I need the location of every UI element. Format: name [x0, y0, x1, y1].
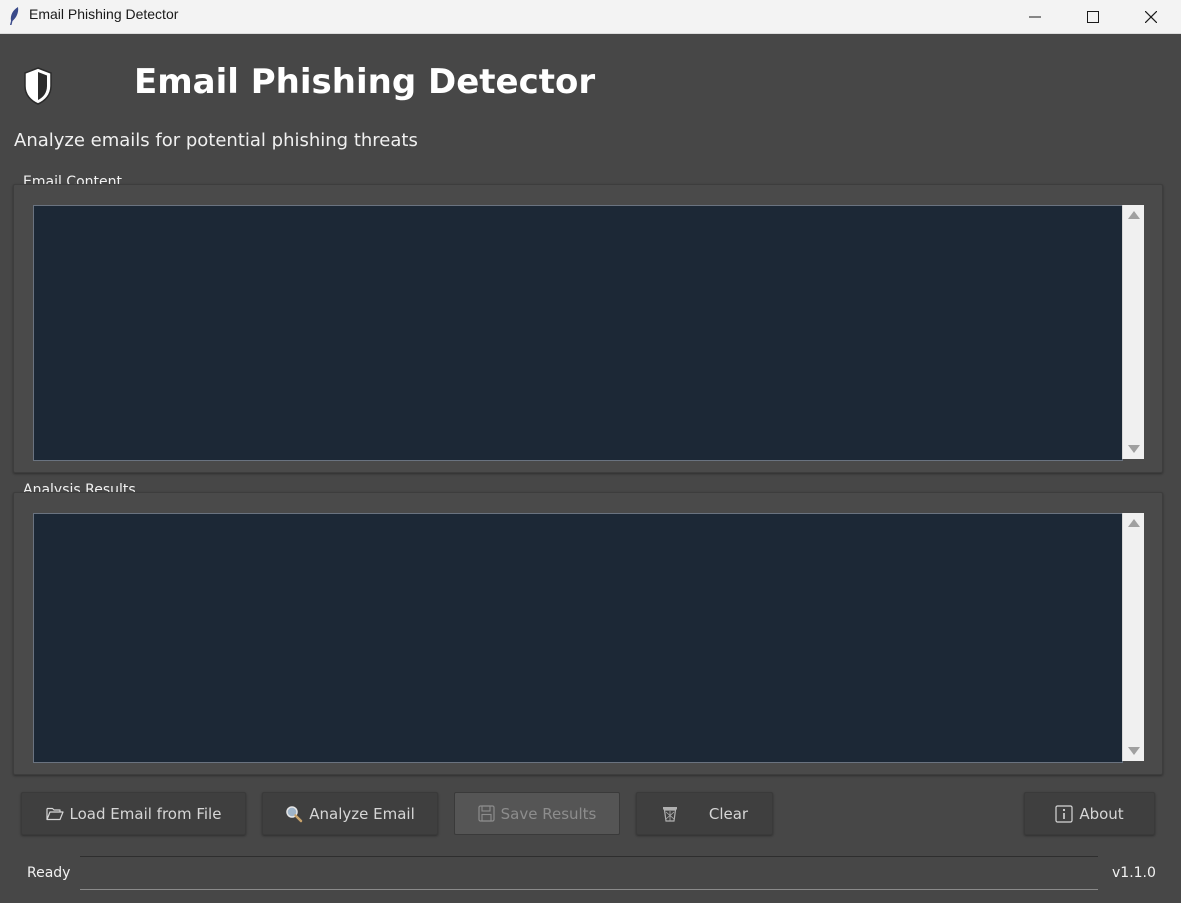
status-text: Ready — [27, 865, 71, 881]
email-content-textarea[interactable] — [33, 205, 1123, 461]
about-label: About — [1079, 804, 1124, 823]
close-button[interactable] — [1128, 0, 1174, 33]
version-label: v1.1.0 — [1112, 865, 1156, 881]
save-results-label: Save Results — [500, 804, 597, 823]
scroll-down-icon[interactable] — [1128, 445, 1140, 453]
analyze-email-button[interactable]: Analyze Email — [262, 792, 438, 835]
page-subtitle: Analyze emails for potential phishing th… — [14, 130, 418, 151]
magnifier-icon — [285, 805, 303, 823]
folder-icon — [45, 806, 64, 821]
window-title: Email Phishing Detector — [29, 6, 179, 22]
load-email-label: Load Email from File — [69, 804, 222, 823]
maximize-icon — [1087, 10, 1099, 23]
analysis-results-scrollbar[interactable] — [1122, 513, 1144, 761]
save-results-button[interactable]: Save Results — [454, 792, 620, 835]
window-titlebar: Email Phishing Detector — [0, 0, 1181, 34]
maximize-button[interactable] — [1070, 0, 1116, 33]
floppy-disk-icon — [478, 805, 495, 822]
close-icon — [1145, 10, 1157, 23]
feather-icon — [10, 7, 19, 25]
status-divider-bottom — [80, 889, 1098, 890]
wastebasket-icon — [661, 805, 679, 823]
status-divider-top — [80, 856, 1098, 857]
scroll-up-icon[interactable] — [1128, 211, 1140, 219]
email-content-scrollbar[interactable] — [1122, 205, 1144, 459]
page-title: Email Phishing Detector — [134, 62, 596, 102]
clear-button[interactable]: Clear — [636, 792, 773, 835]
analyze-email-label: Analyze Email — [309, 804, 415, 823]
minimize-icon — [1029, 16, 1041, 17]
clear-label: Clear — [708, 804, 749, 823]
scroll-down-icon[interactable] — [1128, 747, 1140, 755]
about-button[interactable]: About — [1024, 792, 1155, 835]
info-icon — [1055, 804, 1073, 823]
load-email-button[interactable]: Load Email from File — [21, 792, 246, 835]
minimize-button[interactable] — [1012, 0, 1058, 33]
shield-icon — [24, 67, 52, 105]
analysis-results-textarea[interactable] — [33, 513, 1123, 763]
scroll-up-icon[interactable] — [1128, 519, 1140, 527]
